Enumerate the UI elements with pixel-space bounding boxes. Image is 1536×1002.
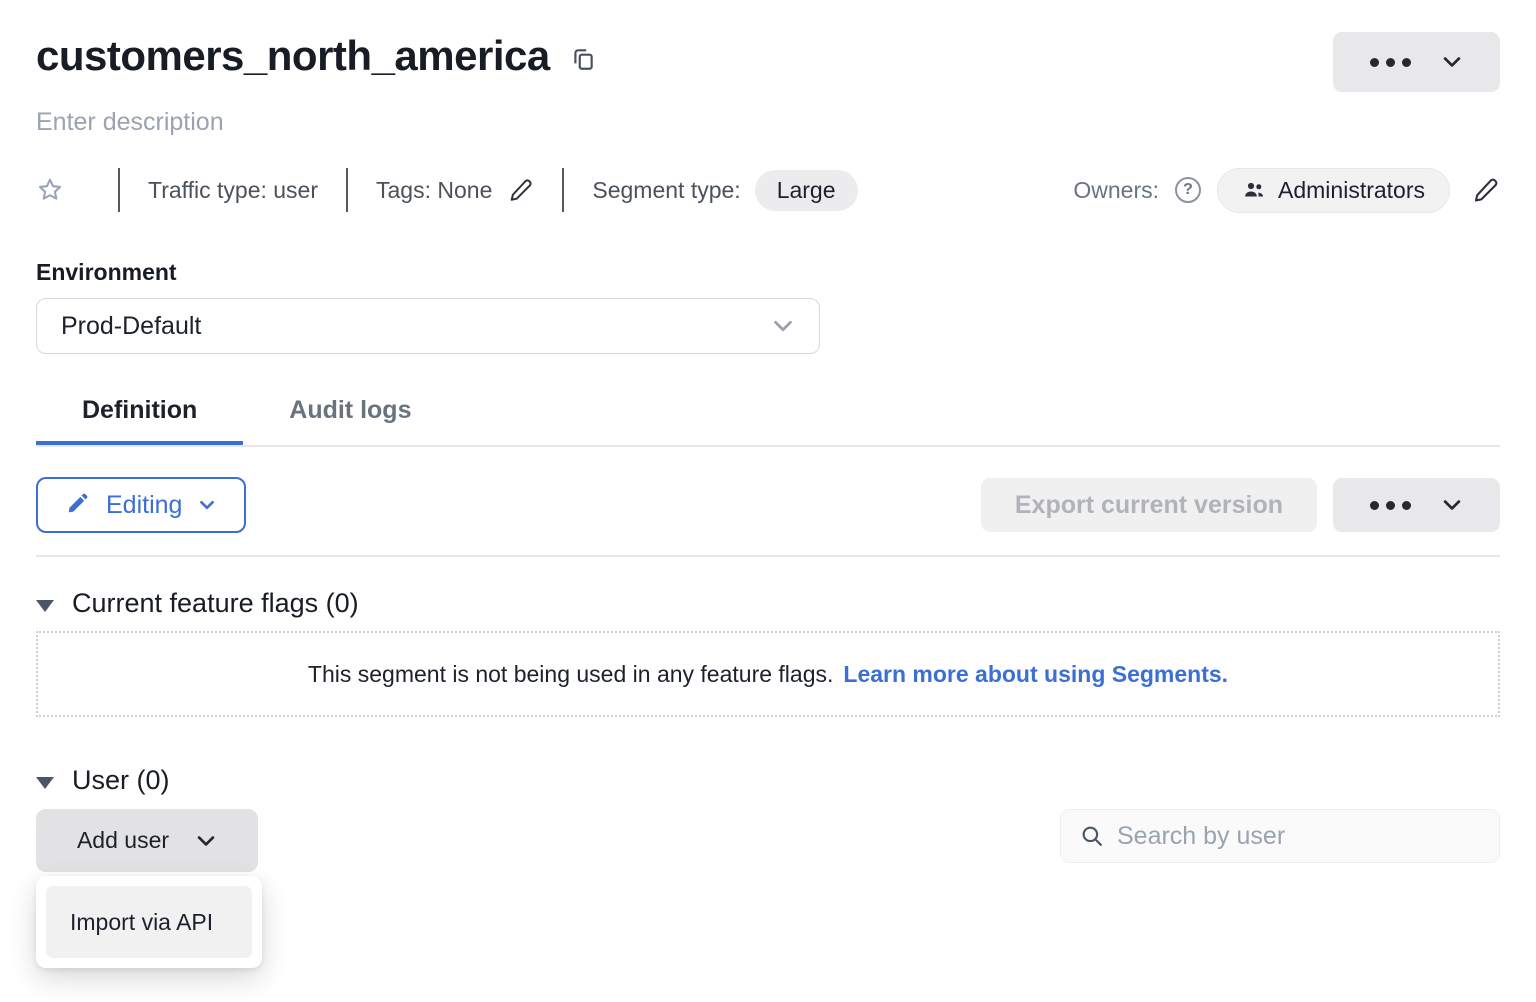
environment-selected-value: Prod-Default bbox=[61, 312, 201, 341]
traffic-type-label: Traffic type: user bbox=[148, 177, 318, 204]
editing-label: Editing bbox=[106, 491, 182, 520]
divider bbox=[36, 555, 1500, 557]
user-section-header[interactable]: User (0) bbox=[36, 765, 1500, 796]
owners-label: Owners: bbox=[1073, 177, 1159, 204]
header: customers_north_america bbox=[36, 32, 1500, 92]
people-icon bbox=[1242, 178, 1266, 202]
add-user-wrap: Add user Import via API bbox=[36, 809, 258, 872]
help-icon[interactable]: ? bbox=[1175, 177, 1201, 203]
header-more-button[interactable] bbox=[1333, 32, 1500, 92]
chevron-down-icon bbox=[1441, 494, 1463, 516]
meta-row: Traffic type: user Tags: None Segment ty… bbox=[36, 167, 1500, 213]
page-title: customers_north_america bbox=[36, 32, 550, 80]
add-user-label: Add user bbox=[77, 827, 169, 854]
ellipsis-icon bbox=[1370, 58, 1411, 67]
ellipsis-icon bbox=[1370, 501, 1411, 510]
feature-flags-section-header[interactable]: Current feature flags (0) bbox=[36, 588, 1500, 619]
edit-tags-icon[interactable] bbox=[508, 177, 534, 203]
tags-label: Tags: None bbox=[376, 177, 492, 204]
divider bbox=[346, 168, 348, 212]
tab-definition[interactable]: Definition bbox=[36, 396, 243, 445]
toolbar-right: Export current version bbox=[981, 478, 1500, 532]
owners-area: Owners: ? Administrators bbox=[1073, 168, 1500, 213]
divider bbox=[562, 168, 564, 212]
feature-flags-empty-state: This segment is not being used in any fe… bbox=[36, 631, 1500, 717]
segment-type-wrap: Segment type: Large bbox=[592, 170, 857, 211]
user-controls-row: Add user Import via API bbox=[36, 809, 1500, 872]
tab-bar: Definition Audit logs bbox=[36, 396, 1500, 447]
search-icon bbox=[1079, 823, 1105, 849]
segment-detail-page: customers_north_america Enter descriptio… bbox=[0, 0, 1536, 1002]
user-search-box bbox=[1060, 809, 1500, 863]
collapse-triangle-icon bbox=[36, 600, 54, 612]
copy-icon[interactable] bbox=[570, 46, 596, 72]
user-section-title: User (0) bbox=[72, 765, 170, 796]
environment-label: Environment bbox=[36, 259, 1500, 286]
segment-type-badge: Large bbox=[755, 170, 858, 211]
menu-item-import-via-api[interactable]: Import via API bbox=[46, 886, 252, 958]
meta-left: Traffic type: user Tags: None Segment ty… bbox=[36, 168, 858, 212]
add-user-button[interactable]: Add user bbox=[36, 809, 258, 872]
toolbar-more-button[interactable] bbox=[1333, 478, 1500, 532]
description-field[interactable]: Enter description bbox=[36, 108, 1500, 137]
title-wrap: customers_north_america bbox=[36, 32, 596, 80]
toolbar: Editing Export current version bbox=[36, 477, 1500, 533]
owners-pill[interactable]: Administrators bbox=[1217, 168, 1450, 213]
empty-message: This segment is not being used in any fe… bbox=[308, 661, 833, 688]
export-current-version-button[interactable]: Export current version bbox=[981, 478, 1317, 532]
feature-flags-title: Current feature flags (0) bbox=[72, 588, 359, 619]
learn-more-link[interactable]: Learn more about using Segments. bbox=[843, 661, 1228, 688]
editing-mode-button[interactable]: Editing bbox=[36, 477, 246, 533]
chevron-down-icon bbox=[198, 496, 216, 514]
owners-value: Administrators bbox=[1278, 177, 1425, 204]
segment-type-label: Segment type: bbox=[592, 177, 740, 204]
tab-audit-logs[interactable]: Audit logs bbox=[243, 396, 457, 445]
chevron-down-icon bbox=[1441, 51, 1463, 73]
chevron-down-icon bbox=[195, 830, 217, 852]
star-icon[interactable] bbox=[36, 176, 64, 204]
edit-owners-icon[interactable] bbox=[1472, 176, 1500, 204]
add-user-dropdown-menu: Import via API bbox=[36, 876, 262, 968]
pencil-icon bbox=[66, 493, 90, 517]
search-by-user-input[interactable] bbox=[1117, 822, 1481, 851]
divider bbox=[118, 168, 120, 212]
collapse-triangle-icon bbox=[36, 777, 54, 789]
chevron-down-icon bbox=[771, 314, 795, 338]
environment-select[interactable]: Prod-Default bbox=[36, 298, 820, 354]
